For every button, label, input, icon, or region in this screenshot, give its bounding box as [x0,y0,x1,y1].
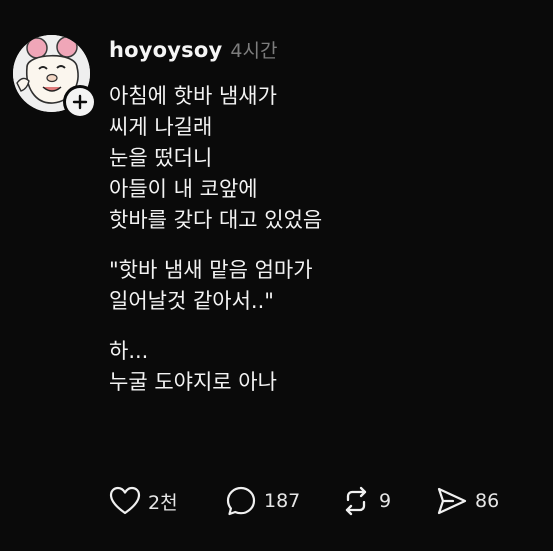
paper-plane-icon [437,487,467,515]
paragraph: 아침에 핫바 냄새가 씨게 나길래 눈을 떴더니 아들이 내 코앞에 핫바를 갖… [109,81,322,236]
text-line: 눈을 떴더니 [109,146,213,170]
username[interactable]: hoyoysoy [109,38,222,62]
text-line: 씨게 나길래 [109,115,213,139]
heart-icon [109,486,141,515]
avatar-container[interactable] [13,35,97,119]
repost-button[interactable]: 9 [340,485,436,517]
like-count: 2천 [148,491,178,514]
text-line: 하... [109,339,149,363]
action-bar: 2천 187 9 86 [109,484,499,518]
text-line: 누굴 도야지로 아나 [109,370,277,394]
paragraph: "핫바 냄새 맡음 엄마가 일어날것 같아서.." [109,255,322,317]
follow-button[interactable] [63,85,97,119]
repost-arrows-icon [345,486,367,516]
text-line: "핫바 냄새 맡음 엄마가 [109,258,313,282]
follow-button-circle [66,88,94,116]
text-line: 핫바를 갖다 대고 있었음 [109,208,323,232]
text-line: 아침에 핫바 냄새가 [109,84,277,108]
share-count: 86 [475,490,500,512]
reply-count: 187 [264,490,301,512]
reply-button[interactable]: 187 [225,485,340,517]
text-line: 아들이 내 코앞에 [109,177,258,201]
speech-bubble-icon [226,486,256,516]
paragraph: 하... 누굴 도야지로 아나 [109,336,322,398]
repost-count: 9 [379,490,392,512]
timestamp[interactable]: 4시간 [230,36,277,63]
share-button[interactable]: 86 [436,486,499,516]
text-line: 일어날것 같아서.." [109,289,274,313]
plus-icon [72,94,88,110]
like-button[interactable]: 2천 [109,486,225,516]
thread-post: hoyoysoy 4시간 아침에 핫바 냄새가 씨게 나길래 눈을 떴더니 아들… [0,0,553,551]
post-body: 아침에 핫바 냄새가 씨게 나길래 눈을 떴더니 아들이 내 코앞에 핫바를 갖… [109,81,322,398]
post-header: hoyoysoy 4시간 [109,36,277,63]
